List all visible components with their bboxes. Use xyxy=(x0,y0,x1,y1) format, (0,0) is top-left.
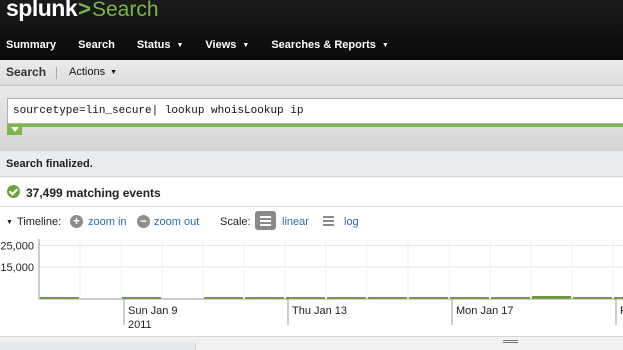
nav-item-search[interactable]: Search xyxy=(72,39,115,51)
actions-menu[interactable]: Actions ▼ xyxy=(69,66,117,78)
y-tick-label: 25,000 xyxy=(0,240,34,252)
app-header: splunk>Search Summary Search Status ▼ Vie… xyxy=(0,0,623,60)
chevron-down-icon: ▼ xyxy=(176,42,184,49)
divider xyxy=(56,67,57,79)
matching-events-count: 37,499 matching events xyxy=(26,186,161,200)
linear-scale-icon[interactable] xyxy=(255,211,276,230)
brand-separator: > xyxy=(78,0,91,21)
nav-item-label: Searches & Reports xyxy=(271,39,376,51)
event-count-row: 37,499 matching events xyxy=(0,178,623,207)
status-bar: Search finalized. xyxy=(0,150,623,177)
zoom-in-icon[interactable]: + xyxy=(70,215,83,228)
nav-item-label: Summary xyxy=(6,39,57,51)
actions-label: Actions xyxy=(69,66,106,78)
main-nav: Summary Search Status ▼ Views ▼ Searches &… xyxy=(0,30,623,60)
nav-item-views[interactable]: Views ▼ xyxy=(199,39,249,51)
app-name: Search xyxy=(91,0,159,21)
scale-label: Scale: xyxy=(220,216,251,228)
chevron-down-icon: ▼ xyxy=(381,42,389,49)
log-scale-link[interactable]: log xyxy=(344,216,359,228)
page-title: Search xyxy=(6,65,47,79)
x-tick-label: Mon Jan 17 xyxy=(456,305,513,317)
search-assistant-toggle[interactable] xyxy=(7,126,22,135)
x-tick-label: Sun Jan 9 xyxy=(128,305,178,317)
y-tick-label: 15,000 xyxy=(0,262,34,274)
timeline-controls: ▼ Timeline: + zoom in − zoom out Scale: l… xyxy=(0,207,623,239)
field-sidebar-edge xyxy=(0,343,196,350)
search-progress-bar xyxy=(7,124,623,127)
timeline-label: Timeline: xyxy=(16,216,62,228)
collapse-triangle-icon: ▼ xyxy=(6,219,13,226)
zoom-out-icon[interactable]: − xyxy=(137,215,150,228)
nav-item-searches-reports[interactable]: Searches & Reports ▼ xyxy=(265,39,388,51)
nav-item-label: Status xyxy=(136,39,171,51)
chevron-down-icon xyxy=(11,127,19,132)
resize-handle[interactable] xyxy=(503,340,518,343)
brand[interactable]: splunk>Search xyxy=(6,0,159,21)
timeline-chart-svg: 25,000 15,000 Sun Jan 9 2011 Thu Jan 13 Mon J… xyxy=(0,239,623,331)
chevron-down-icon: ▼ xyxy=(110,69,118,76)
nav-item-label: Search xyxy=(78,39,115,51)
chevron-down-icon: ▼ xyxy=(242,42,250,49)
log-scale-icon[interactable] xyxy=(318,211,339,230)
search-input[interactable]: sourcetype=lin_secure| lookup whoisLooku… xyxy=(7,98,623,124)
view-header: Search Actions ▼ xyxy=(0,60,623,86)
x-tick-label: Thu Jan 13 xyxy=(292,305,347,317)
search-bar-area: sourcetype=lin_secure| lookup whoisLooku… xyxy=(0,86,623,150)
nav-item-summary[interactable]: Summary xyxy=(0,39,56,51)
splunk-logo: splunk xyxy=(6,0,78,21)
timeline-toggle[interactable]: ▼ Timeline: xyxy=(6,216,61,228)
timeline-chart[interactable]: 25,000 15,000 Sun Jan 9 2011 Thu Jan 13 Mon J… xyxy=(0,239,623,335)
x-tick-sublabel: 2011 xyxy=(128,319,152,331)
panel-divider xyxy=(0,336,623,350)
check-circle-icon xyxy=(7,185,20,198)
linear-scale-link[interactable]: linear xyxy=(282,216,309,228)
zoom-in-link[interactable]: zoom in xyxy=(88,216,127,228)
nav-item-label: Views xyxy=(205,39,237,51)
status-message: Search finalized. xyxy=(6,158,93,170)
zoom-out-link[interactable]: zoom out xyxy=(154,216,199,228)
nav-item-status[interactable]: Status ▼ xyxy=(131,39,184,51)
